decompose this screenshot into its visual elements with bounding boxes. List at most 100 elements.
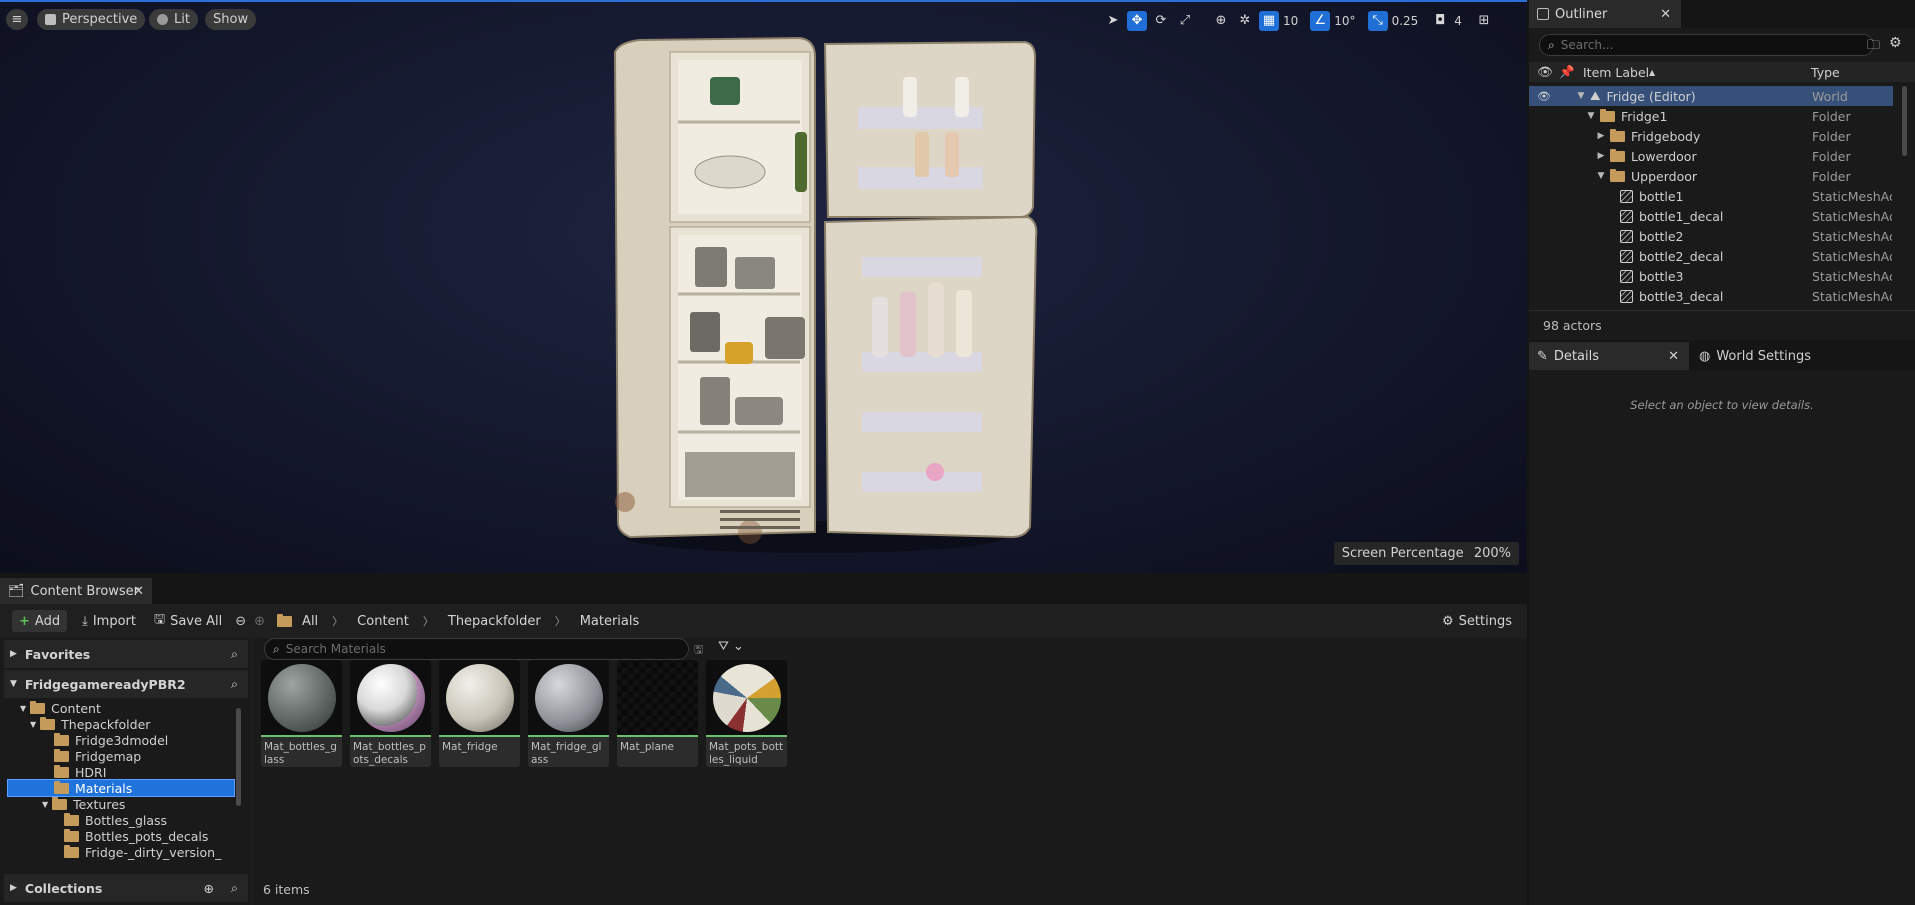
tab-content-browser[interactable]: 🗂 Content Browser ✕ [0, 578, 152, 604]
type-header[interactable]: Type [1811, 65, 1840, 80]
favorites-section[interactable]: ▶ Favorites ⌕ [4, 640, 248, 668]
filter-icon[interactable]: ⛛ ⌄ [718, 639, 744, 654]
visibility-icon[interactable]: 👁 [1537, 64, 1553, 80]
asset-tile[interactable]: Mat_pots_bottles_liquid [706, 660, 787, 767]
show-button[interactable]: Show [205, 9, 257, 30]
move-icon[interactable]: ✥ [1127, 10, 1147, 31]
collapse-arrow-icon[interactable]: ▼ [1595, 171, 1607, 181]
camera-speed-value[interactable]: 4 [1454, 14, 1462, 28]
rotation-snap-value[interactable]: 10° [1334, 14, 1355, 28]
asset-tile[interactable]: Mat_fridge [439, 660, 520, 767]
fridge-model[interactable] [600, 32, 1040, 562]
tree-row-actor[interactable]: bottle1 StaticMeshActor [1529, 186, 1893, 206]
folder-icon[interactable] [277, 613, 293, 627]
viewport-menu-button[interactable]: ≡ [6, 9, 28, 30]
folder-tree-item[interactable]: Fridge3dmodel [8, 732, 234, 748]
folder-tree-scrollbar[interactable] [236, 708, 241, 806]
save-all-button[interactable]: 🖫 Save All [147, 610, 229, 632]
tree-row-actor[interactable]: bottle3 StaticMeshActor [1529, 266, 1893, 286]
globe-icon: ◍ [1699, 348, 1711, 364]
search-icon[interactable]: ⌕ [231, 880, 238, 896]
add-collection-icon[interactable]: ⊕ [204, 881, 214, 896]
rotation-snap-icon[interactable]: ∠ [1310, 10, 1331, 31]
asset-tile[interactable]: Mat_fridge_glass [528, 660, 609, 767]
tree-row-actor[interactable]: bottle3_decal StaticMeshActor [1529, 286, 1893, 306]
gear-icon[interactable]: ⚙ [1889, 35, 1902, 51]
import-button[interactable]: ⤓ Import [75, 610, 143, 632]
visibility-icon[interactable]: 👁 [1537, 90, 1551, 103]
show-label: Show [213, 12, 249, 27]
select-arrow-icon[interactable]: ➤ [1103, 11, 1123, 31]
collapse-arrow-icon[interactable]: ▼ [1585, 111, 1597, 121]
asset-search-input[interactable]: ⌕ Search Materials [264, 638, 689, 660]
tab-world-settings[interactable]: ◍ World Settings [1691, 342, 1811, 370]
pin-icon[interactable]: 📌 [1559, 64, 1575, 80]
scale-snap-value[interactable]: 0.25 [1392, 14, 1419, 28]
tree-row-type: Folder [1812, 168, 1851, 184]
settings-button[interactable]: ⚙ Settings [1435, 610, 1519, 632]
asset-tile[interactable]: Mat_bottles_glass [261, 660, 342, 767]
viewport-layout-icon[interactable]: ⊞ [1474, 11, 1494, 31]
folder-tree-item[interactable]: ▼ Content [8, 700, 234, 716]
asset-tile[interactable]: Mat_plane [617, 660, 698, 767]
tree-row-actor[interactable]: bottle2 StaticMeshActor [1529, 226, 1893, 246]
tab-details[interactable]: ✎ Details ✕ [1529, 342, 1689, 370]
close-icon[interactable]: ✕ [133, 584, 144, 599]
scale-icon[interactable]: ⤢ [1175, 11, 1195, 31]
level-viewport[interactable]: ≡ Perspective Lit Show ➤ ✥ ⟳ ⤢ ⊕ ✲ ▦ 10 … [0, 0, 1527, 573]
collections-section[interactable]: ▶ Collections ⊕ ⌕ [4, 874, 248, 902]
perspective-button[interactable]: Perspective [37, 9, 146, 30]
close-icon[interactable]: ✕ [1668, 349, 1679, 364]
close-icon[interactable]: ✕ [1660, 7, 1671, 22]
breadcrumb-thepackfolder[interactable]: Thepackfolder [448, 614, 541, 629]
outliner-search-input[interactable]: ⌕ Search... [1539, 34, 1874, 56]
surface-snap-icon[interactable]: ✲ [1235, 11, 1255, 31]
tree-row-folder[interactable]: ▼ Fridge1 Folder [1529, 106, 1893, 126]
save-search-icon[interactable]: 🖫 [694, 641, 703, 660]
expand-arrow-icon[interactable]: ▶ [1595, 151, 1607, 161]
tree-row-folder[interactable]: ▶ Fridgebody Folder [1529, 126, 1893, 146]
folder-tree-item[interactable]: Fridgemap [8, 748, 234, 764]
tree-row-folder[interactable]: ▶ Lowerdoor Folder [1529, 146, 1893, 166]
folder-tree-item[interactable]: ▼ Textures [8, 796, 234, 812]
folder-tree-item-selected[interactable]: Materials [7, 779, 235, 797]
grid-snap-icon[interactable]: ▦ [1259, 10, 1279, 31]
breadcrumb-materials[interactable]: Materials [580, 614, 640, 629]
search-icon[interactable]: ⌕ [231, 646, 238, 662]
scale-snap-icon[interactable]: ⤡ [1367, 10, 1388, 31]
item-label-header[interactable]: Item Label [1583, 65, 1649, 80]
folder-tree-item[interactable]: Fridge-_dirty_version_ [8, 844, 234, 860]
tree-row-actor[interactable]: bottle2_decal StaticMeshActor [1529, 246, 1893, 266]
folder-tree-item[interactable]: ▼ Thepackfolder [8, 716, 234, 732]
rotate-icon[interactable]: ⟳ [1151, 11, 1171, 31]
asset-tile[interactable]: Mat_bottles_pots_decals [350, 660, 431, 767]
expand-arrow-icon[interactable]: ▶ [1595, 131, 1607, 141]
breadcrumb-separator-icon[interactable]: 〉 [555, 613, 566, 629]
breadcrumb-content[interactable]: Content [357, 614, 409, 629]
add-folder-icon[interactable]: 🗀 [1867, 36, 1880, 58]
outliner-scrollbar[interactable] [1902, 86, 1907, 156]
search-icon[interactable]: ⌕ [231, 676, 238, 692]
tree-row-world[interactable]: 👁 ▼ ⛰ Fridge (Editor) World [1529, 86, 1893, 106]
grid-snap-value[interactable]: 10 [1283, 14, 1298, 28]
folder-tree-item[interactable]: HDRI [8, 764, 234, 780]
folder-tree-item[interactable]: Bottles_glass [8, 812, 234, 828]
lit-button[interactable]: Lit [149, 9, 198, 30]
folder-tree-label: Fridge-_dirty_version_ [85, 844, 222, 860]
tree-row-type: StaticMeshActor [1812, 248, 1892, 264]
asset-view: ⌕ Search Materials 🖫 ⛛ ⌄ Mat_bottles_gla… [254, 638, 1527, 905]
world-space-icon[interactable]: ⊕ [1211, 11, 1231, 31]
collapse-arrow-icon[interactable]: ▼ [1575, 91, 1587, 101]
breadcrumb-separator-icon[interactable]: 〉 [332, 613, 343, 629]
breadcrumb-all[interactable]: All [302, 614, 318, 629]
project-section[interactable]: ▼ FridgegamereadyPBR2 ⌕ [4, 670, 248, 698]
folder-tree-item[interactable]: Bottles_pots_decals [8, 828, 234, 844]
tree-row-actor[interactable]: bottle1_decal StaticMeshActor [1529, 206, 1893, 226]
camera-speed-icon[interactable]: ◘ [1430, 11, 1450, 31]
forward-icon[interactable]: ⊕ [254, 614, 265, 629]
breadcrumb-separator-icon[interactable]: 〉 [423, 613, 434, 629]
tab-outliner[interactable]: Outliner ✕ [1529, 0, 1681, 28]
tree-row-folder[interactable]: ▼ Upperdoor Folder [1529, 166, 1893, 186]
back-icon[interactable]: ⊖ [235, 614, 246, 629]
add-button[interactable]: + Add [12, 610, 68, 632]
